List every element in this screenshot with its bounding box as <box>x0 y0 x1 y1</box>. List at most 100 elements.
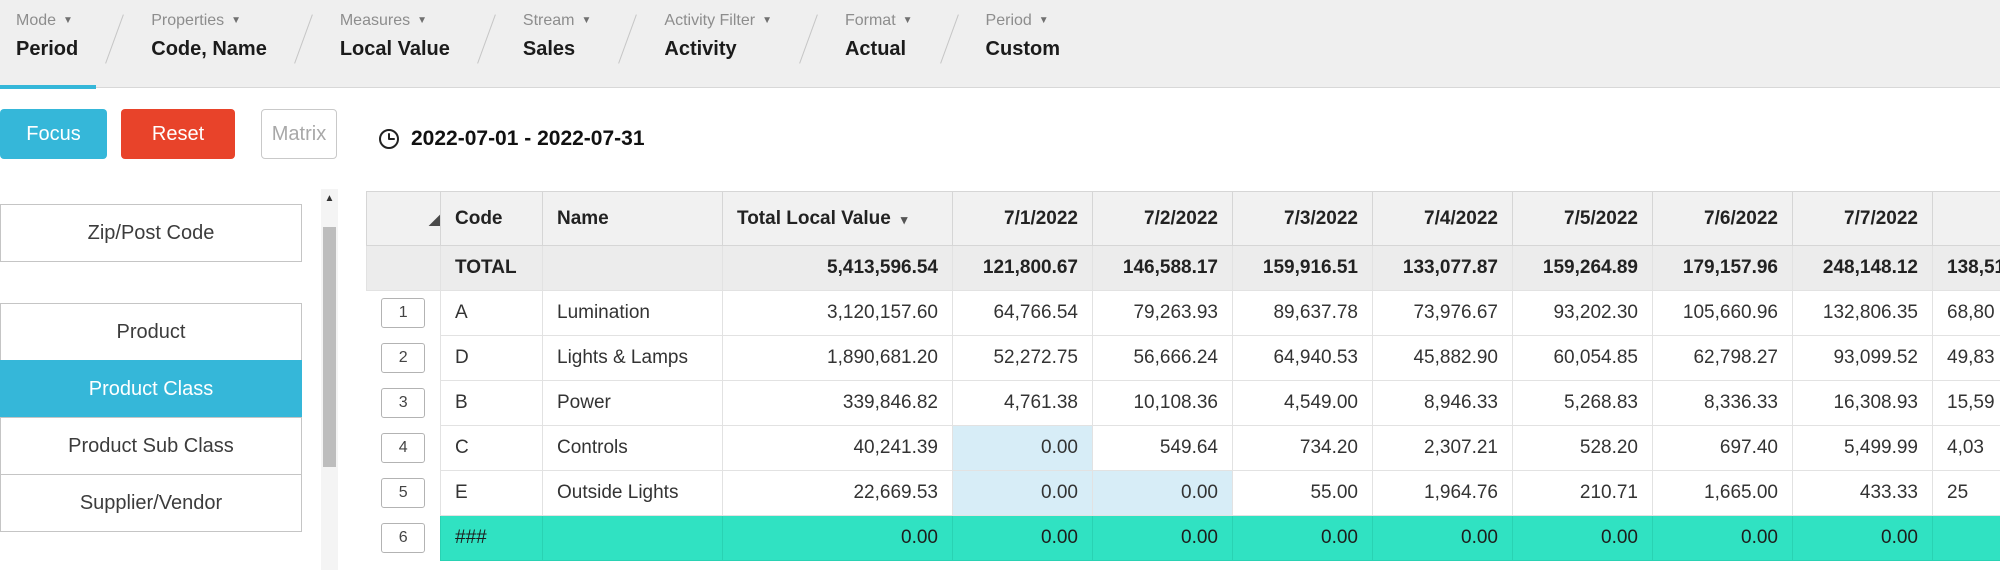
value-cell[interactable]: 0.00 <box>1233 516 1373 561</box>
corner-select-all-icon[interactable]: ◢ <box>429 211 440 227</box>
column-header-7-5-2022[interactable]: 7/5/2022 <box>1513 192 1653 246</box>
value-cell[interactable]: 105,660.96 <box>1653 291 1793 336</box>
column-header-7-4-2022[interactable]: 7/4/2022 <box>1373 192 1513 246</box>
name-cell[interactable]: Outside Lights <box>543 471 723 516</box>
value-cell[interactable]: 40,241.39 <box>723 426 953 471</box>
column-header-7-8-2[interactable]: 7/8/2 <box>1933 192 2000 246</box>
scrollbar-thumb[interactable] <box>323 227 336 467</box>
toolbar-group-properties[interactable]: Properties▼Code, Name <box>151 13 267 59</box>
value-cell[interactable]: 4,03 <box>1933 426 2000 471</box>
row-number-button[interactable]: 3 <box>381 388 425 418</box>
total-value-cell[interactable]: 5,413,596.54 <box>723 246 953 291</box>
total-value-cell[interactable]: 159,916.51 <box>1233 246 1373 291</box>
sidebar-item-product-class[interactable]: Product Class <box>0 360 302 418</box>
value-cell[interactable]: 0.00 <box>953 471 1093 516</box>
value-cell[interactable]: 5,268.83 <box>1513 381 1653 426</box>
name-cell[interactable]: Power <box>543 381 723 426</box>
value-cell[interactable]: 528.20 <box>1513 426 1653 471</box>
value-cell[interactable]: 132,806.35 <box>1793 291 1933 336</box>
code-cell[interactable]: B <box>441 381 543 426</box>
value-cell[interactable]: 93,202.30 <box>1513 291 1653 336</box>
toolbar-group-mode[interactable]: Mode▼Period <box>16 13 78 59</box>
total-value-cell[interactable]: 133,077.87 <box>1373 246 1513 291</box>
total-value-cell[interactable]: 138,51 <box>1933 246 2000 291</box>
column-header-7-1-2022[interactable]: 7/1/2022 <box>953 192 1093 246</box>
value-cell[interactable]: 45,882.90 <box>1373 336 1513 381</box>
value-cell[interactable]: 60,054.85 <box>1513 336 1653 381</box>
code-cell[interactable]: E <box>441 471 543 516</box>
column-header-total-local-value[interactable]: Total Local Value▾ <box>723 192 953 246</box>
row-number-button[interactable]: 6 <box>381 523 425 553</box>
toolbar-group-activity-filter[interactable]: Activity Filter▼Activity <box>664 13 772 59</box>
row-number-button[interactable]: 1 <box>381 298 425 328</box>
value-cell[interactable]: 339,846.82 <box>723 381 953 426</box>
value-cell[interactable]: 4,549.00 <box>1233 381 1373 426</box>
toolbar-group-format[interactable]: Format▼Actual <box>845 13 913 59</box>
value-cell[interactable]: 16,308.93 <box>1793 381 1933 426</box>
row-number-button[interactable]: 5 <box>381 478 425 508</box>
value-cell[interactable]: 25 <box>1933 471 2000 516</box>
focus-button[interactable]: Focus <box>0 109 107 159</box>
value-cell[interactable]: 0.00 <box>953 516 1093 561</box>
value-cell[interactable]: 1,964.76 <box>1373 471 1513 516</box>
value-cell[interactable]: 0.00 <box>1093 516 1233 561</box>
value-cell[interactable]: 73,976.67 <box>1373 291 1513 336</box>
value-cell[interactable]: 56,666.24 <box>1093 336 1233 381</box>
toolbar-group-period[interactable]: Period▼Custom <box>986 13 1060 59</box>
code-cell[interactable]: A <box>441 291 543 336</box>
sidebar-item-zip-post-code[interactable]: Zip/Post Code <box>0 204 302 262</box>
value-cell[interactable]: 0.00 <box>1653 516 1793 561</box>
value-cell[interactable]: 0.00 <box>1793 516 1933 561</box>
matrix-button[interactable]: Matrix <box>261 109 337 159</box>
vertical-scrollbar[interactable]: ▲ <box>321 189 338 570</box>
value-cell[interactable]: 1,890,681.20 <box>723 336 953 381</box>
value-cell[interactable]: 8,336.33 <box>1653 381 1793 426</box>
code-cell[interactable]: C <box>441 426 543 471</box>
value-cell[interactable]: 2,307.21 <box>1373 426 1513 471</box>
value-cell[interactable]: 0.00 <box>723 516 953 561</box>
value-cell[interactable]: 22,669.53 <box>723 471 953 516</box>
value-cell[interactable]: 15,59 <box>1933 381 2000 426</box>
toolbar-group-measures[interactable]: Measures▼Local Value <box>340 13 450 59</box>
row-number-button[interactable]: 4 <box>381 433 425 463</box>
name-cell[interactable]: Controls <box>543 426 723 471</box>
value-cell[interactable]: 210.71 <box>1513 471 1653 516</box>
total-value-cell[interactable]: 159,264.89 <box>1513 246 1653 291</box>
scroll-up-button[interactable]: ▲ <box>321 189 338 207</box>
code-cell[interactable]: D <box>441 336 543 381</box>
value-cell[interactable]: 64,940.53 <box>1233 336 1373 381</box>
toolbar-group-stream[interactable]: Stream▼Sales <box>523 13 591 59</box>
name-cell[interactable]: Lights & Lamps <box>543 336 723 381</box>
value-cell[interactable]: 10,108.36 <box>1093 381 1233 426</box>
value-cell[interactable]: 697.40 <box>1653 426 1793 471</box>
value-cell[interactable] <box>1933 516 2000 561</box>
value-cell[interactable]: 93,099.52 <box>1793 336 1933 381</box>
column-header-name[interactable]: Name <box>543 192 723 246</box>
value-cell[interactable]: 64,766.54 <box>953 291 1093 336</box>
value-cell[interactable]: 433.33 <box>1793 471 1933 516</box>
value-cell[interactable]: 0.00 <box>1373 516 1513 561</box>
column-header-7-3-2022[interactable]: 7/3/2022 <box>1233 192 1373 246</box>
value-cell[interactable]: 3,120,157.60 <box>723 291 953 336</box>
value-cell[interactable]: 49,83 <box>1933 336 2000 381</box>
value-cell[interactable]: 1,665.00 <box>1653 471 1793 516</box>
value-cell[interactable]: 4,761.38 <box>953 381 1093 426</box>
value-cell[interactable]: 0.00 <box>1093 471 1233 516</box>
reset-button[interactable]: Reset <box>121 109 235 159</box>
value-cell[interactable]: 55.00 <box>1233 471 1373 516</box>
column-header-7-7-2022[interactable]: 7/7/2022 <box>1793 192 1933 246</box>
sidebar-item-product[interactable]: Product <box>0 303 302 361</box>
value-cell[interactable]: 0.00 <box>1513 516 1653 561</box>
total-value-cell[interactable]: 248,148.12 <box>1793 246 1933 291</box>
name-cell[interactable]: Lumination <box>543 291 723 336</box>
code-cell[interactable]: ### <box>441 516 543 561</box>
total-value-cell[interactable]: 146,588.17 <box>1093 246 1233 291</box>
row-number-button[interactable]: 2 <box>381 343 425 373</box>
sidebar-item-supplier-vendor[interactable]: Supplier/Vendor <box>0 474 302 532</box>
value-cell[interactable]: 89,637.78 <box>1233 291 1373 336</box>
column-header-7-6-2022[interactable]: 7/6/2022 <box>1653 192 1793 246</box>
name-cell[interactable] <box>543 516 723 561</box>
value-cell[interactable]: 62,798.27 <box>1653 336 1793 381</box>
value-cell[interactable]: 0.00 <box>953 426 1093 471</box>
value-cell[interactable]: 52,272.75 <box>953 336 1093 381</box>
